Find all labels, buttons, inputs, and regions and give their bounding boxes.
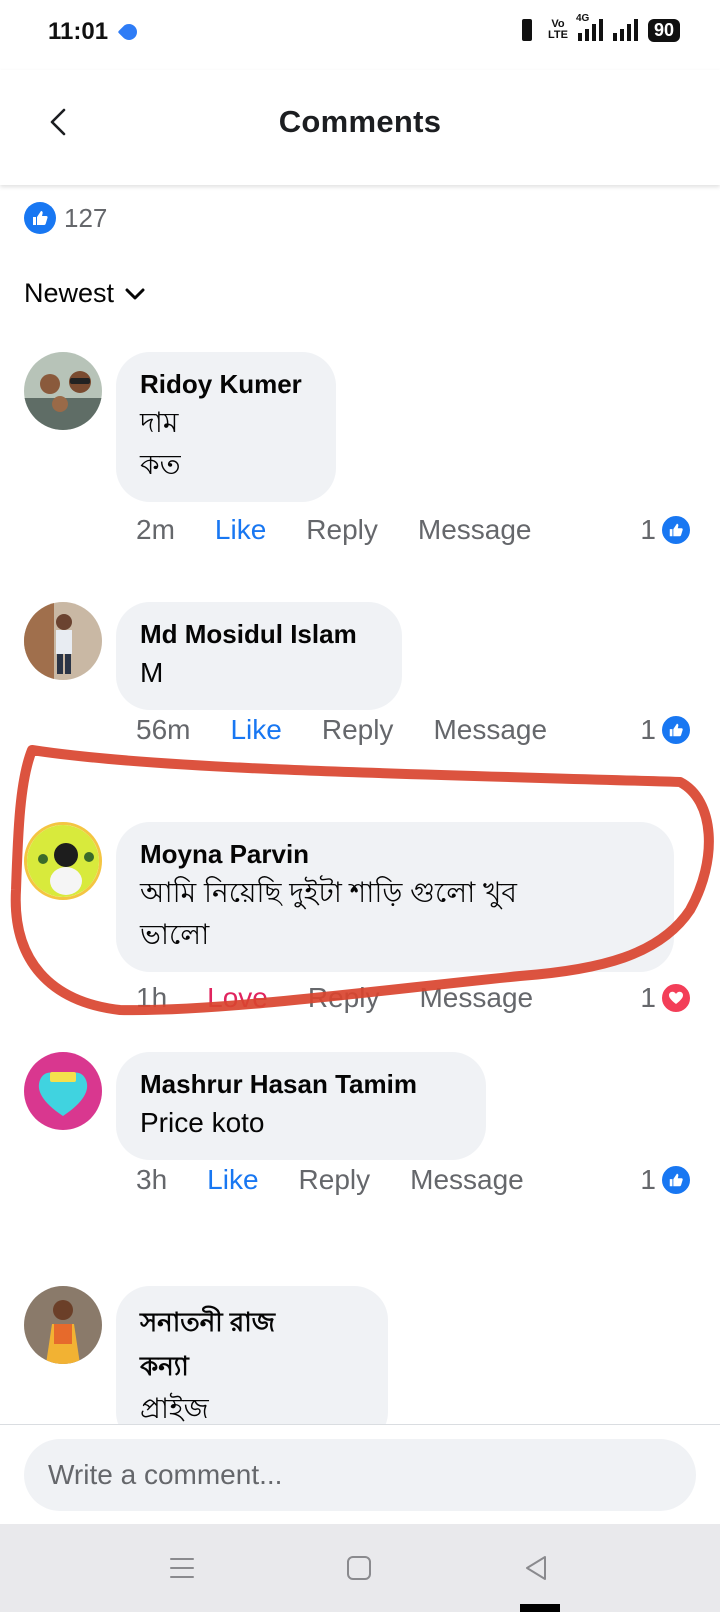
comment-bubble[interactable]: Md Mosidul Islam M [116, 602, 402, 710]
comment-reaction[interactable]: 1 [640, 514, 692, 546]
comment-bubble[interactable]: Ridoy Kumer দাম কত [116, 352, 336, 502]
comment-text: প্রাইজ [140, 1393, 209, 1424]
comment-bubble[interactable]: সনাতনী রাজ কন্যা প্রাইজ [116, 1286, 388, 1424]
avatar[interactable] [24, 1286, 102, 1364]
comment-text: কত [140, 449, 181, 480]
status-bar: 11:01 Vo LTE 4G 90 [0, 0, 720, 70]
comment-actions: 56m Like Reply Message [136, 714, 587, 746]
comment-reaction[interactable]: 1 [640, 714, 692, 746]
comment-bubble[interactable]: Mashrur Hasan Tamim Price koto [116, 1052, 486, 1160]
signal-2-icon [612, 19, 638, 41]
comment-time: 56m [136, 714, 191, 745]
like-button[interactable]: Like [215, 514, 266, 546]
comment-text: আমি নিয়েছি দুইটা শাড়ি গুলো খুব [140, 877, 517, 908]
message-button[interactable]: Message [418, 514, 532, 546]
network-type: 4G [575, 13, 590, 24]
message-button[interactable]: Message [419, 982, 533, 1014]
comment-actions: 2m Like Reply Message [136, 514, 572, 546]
like-button[interactable]: Like [230, 714, 281, 746]
page-title: Comments [278, 104, 442, 139]
reaction-count: 127 [64, 202, 108, 233]
sort-label: Newest [24, 278, 115, 308]
avatar[interactable] [24, 1052, 102, 1130]
comment-text: দাম [140, 407, 179, 438]
like-icon [660, 714, 692, 746]
comment-author[interactable]: Md Mosidul Islam [140, 616, 378, 652]
like-icon [660, 514, 692, 546]
comment-time: 1h [136, 982, 168, 1013]
comment-author[interactable]: Ridoy Kumer [140, 366, 312, 402]
heart-icon [660, 982, 692, 1014]
system-nav-bar [0, 1524, 720, 1612]
home-icon[interactable] [343, 1552, 375, 1584]
comment-actions: 1h Love Reply Message [136, 982, 573, 1014]
chevron-down-icon [125, 288, 145, 299]
vibrate-icon [516, 18, 538, 42]
reply-button[interactable]: Reply [308, 982, 380, 1014]
comment-text: ভালো [140, 919, 210, 950]
like-button[interactable]: Like [207, 1164, 258, 1196]
comment-input[interactable] [24, 1439, 696, 1511]
message-button[interactable]: Message [433, 714, 547, 746]
comment-text: Price koto [140, 1107, 265, 1138]
comment-reaction[interactable]: 1 [640, 982, 692, 1014]
comment-reaction[interactable]: 1 [640, 1164, 692, 1196]
back-triangle-icon[interactable] [520, 1552, 552, 1584]
avatar[interactable] [24, 602, 102, 680]
comment-item: সনাতনী রাজ কন্যা প্রাইজ [0, 1286, 720, 1424]
sort-dropdown[interactable]: Newest [24, 278, 146, 309]
comment-author[interactable]: Mashrur Hasan Tamim [140, 1066, 462, 1102]
avatar[interactable] [24, 352, 102, 430]
reaction-summary[interactable]: 127 [24, 202, 107, 234]
comment-reaction-count: 1 [640, 1164, 656, 1195]
comment-text: M [140, 657, 164, 688]
reply-button[interactable]: Reply [322, 714, 394, 746]
reply-button[interactable]: Reply [306, 514, 378, 546]
lte-label: LTE [548, 29, 568, 41]
love-button[interactable]: Love [207, 982, 268, 1014]
comment-time: 2m [136, 514, 175, 545]
comment-actions: 3h Like Reply Message [136, 1164, 564, 1196]
comment-composer [0, 1424, 720, 1524]
avatar[interactable] [24, 822, 102, 900]
battery-indicator: 90 [647, 18, 680, 42]
like-icon [660, 1164, 692, 1196]
like-icon [24, 202, 56, 234]
comment-bubble[interactable]: Moyna Parvin আমি নিয়েছি দুইটা শাড়ি গুল… [116, 822, 674, 972]
comment-reaction-count: 1 [640, 514, 656, 545]
status-icons: Vo LTE 4G 90 [516, 13, 680, 42]
home-indicator [520, 1604, 560, 1612]
comment-author[interactable]: Moyna Parvin [140, 836, 650, 872]
comment-author-cont[interactable]: কন্যা [140, 1344, 364, 1388]
menu-icon[interactable] [166, 1552, 198, 1584]
comment-author[interactable]: সনাতনী রাজ [140, 1300, 364, 1344]
message-button[interactable]: Message [410, 1164, 524, 1196]
reply-button[interactable]: Reply [299, 1164, 371, 1196]
app-header: Comments [0, 70, 720, 185]
signal-icon: 4G [576, 13, 603, 41]
notification-dot-icon [117, 20, 141, 44]
comment-reaction-count: 1 [640, 982, 656, 1013]
status-time: 11:01 [48, 18, 109, 45]
volte-indicator: Vo LTE [548, 19, 568, 41]
comment-time: 3h [136, 1164, 168, 1195]
comment-reaction-count: 1 [640, 714, 656, 745]
